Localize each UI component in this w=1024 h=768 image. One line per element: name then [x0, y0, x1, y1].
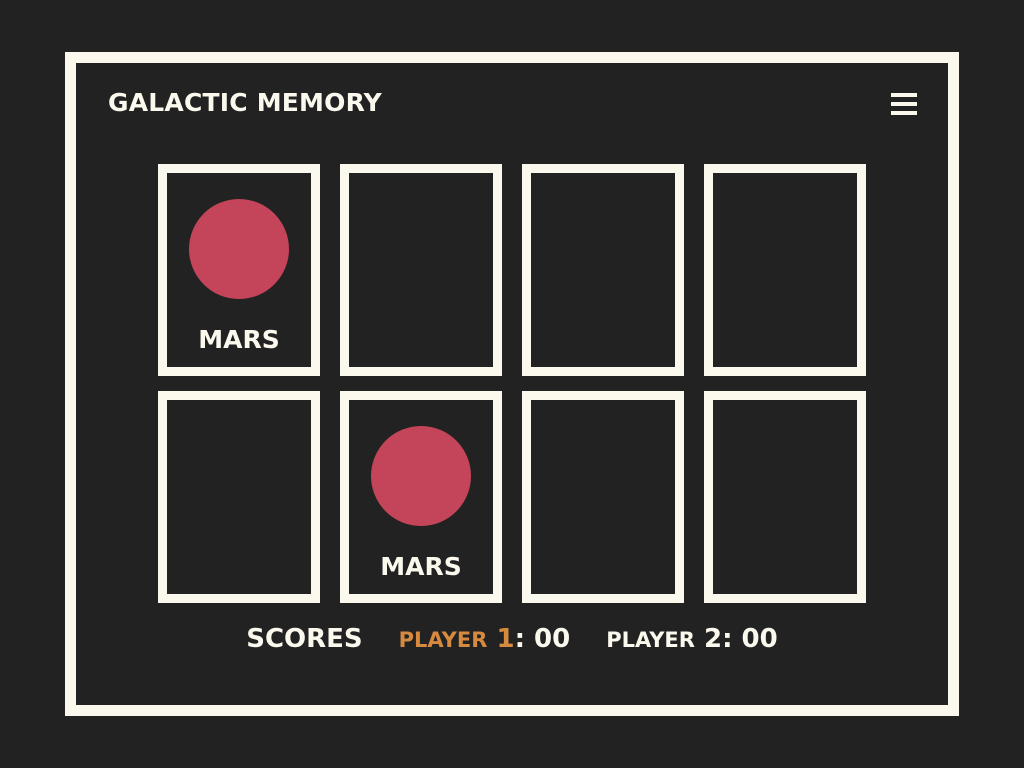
scores-title: SCORES	[246, 624, 363, 654]
player1-score: PLAYER 1: 00	[399, 624, 571, 654]
game-frame	[65, 52, 959, 716]
menu-bar	[891, 93, 917, 97]
player2-score: PLAYER 2: 00	[606, 624, 778, 654]
player-name: PLAYER	[606, 628, 695, 652]
mars-planet-icon	[189, 199, 289, 299]
memory-card[interactable]	[158, 391, 320, 603]
memory-card[interactable]	[704, 164, 866, 376]
player-name: PLAYER	[398, 628, 488, 652]
player-number: 2	[704, 624, 723, 654]
memory-card[interactable]: MARS	[340, 391, 502, 603]
memory-card[interactable]	[704, 391, 866, 603]
memory-card[interactable]	[522, 391, 684, 603]
memory-card[interactable]	[522, 164, 684, 376]
memory-card[interactable]	[340, 164, 502, 376]
hamburger-menu-icon[interactable]	[888, 91, 920, 119]
player-number: 1	[496, 624, 515, 654]
player-score-value: : 00	[722, 624, 778, 654]
menu-bar	[891, 111, 917, 115]
scoreboard: SCORES PLAYER 1: 00 PLAYER 2: 00	[0, 624, 1024, 664]
player-score-value: : 00	[514, 624, 571, 654]
menu-bar	[891, 102, 917, 106]
card-label: MARS	[380, 552, 462, 581]
card-label: MARS	[198, 325, 280, 354]
memory-card[interactable]: MARS	[158, 164, 320, 376]
mars-planet-icon	[371, 426, 471, 526]
game-title: GALACTIC MEMORY	[108, 88, 382, 117]
